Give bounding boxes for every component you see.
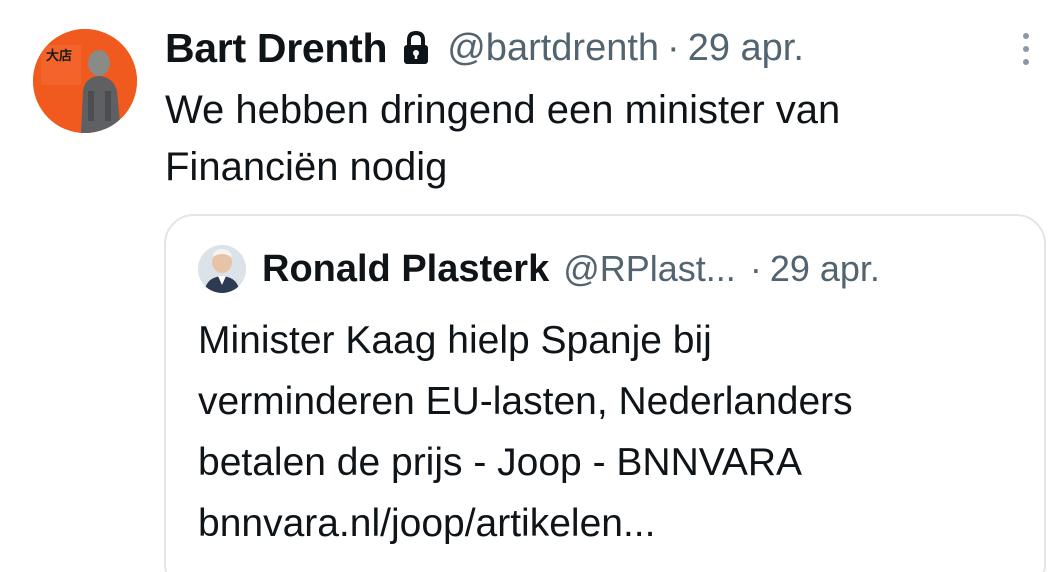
quote-text-line: Minister Kaag hielp Spanje bij xyxy=(198,319,712,362)
quote-text-line: verminderen EU-lasten, Nederlanders xyxy=(198,380,853,423)
author-display-name[interactable]: Bart Drenth xyxy=(165,25,388,72)
more-vertical-icon[interactable] xyxy=(1018,30,1034,68)
avatar-logo: 大店 xyxy=(46,49,73,64)
tweet-text: We hebben dringend een minister van Fina… xyxy=(165,82,1025,196)
quote-avatar-photo xyxy=(198,245,246,293)
lock-icon xyxy=(401,30,431,65)
quote-header: Ronald Plasterk @RPlast... · 29 apr. xyxy=(198,242,880,296)
quote-time-separator: · xyxy=(749,248,762,289)
time-separator: · xyxy=(667,26,680,69)
tweet-text-line: Financiën nodig xyxy=(165,145,448,189)
avatar-photo xyxy=(33,29,137,133)
quote-link-text[interactable]: bnnvara.nl/joop/artikelen... xyxy=(198,493,1028,554)
quote-author-avatar[interactable] xyxy=(198,245,246,293)
quote-text: Minister Kaag hielp Spanje bij verminder… xyxy=(198,310,1028,554)
tweet-text-line: We hebben dringend een minister van xyxy=(165,88,841,132)
tweet-header: Bart Drenth @bartdrenth · 29 apr. xyxy=(165,24,804,72)
tweet-timestamp[interactable]: 29 apr. xyxy=(688,27,804,70)
author-avatar[interactable]: 大店 xyxy=(33,29,137,133)
quote-timestamp[interactable]: 29 apr. xyxy=(770,248,880,290)
quote-text-line: betalen de prijs - Joop - BNNVARA xyxy=(198,441,803,484)
tweet[interactable]: 大店 Bart Drenth @bartdrenth · 29 apr. We … xyxy=(0,0,1056,572)
quote-author-display-name[interactable]: Ronald Plasterk xyxy=(262,248,549,291)
quote-author-handle[interactable]: @RPlast... xyxy=(563,248,736,290)
author-handle[interactable]: @bartdrenth xyxy=(447,27,659,70)
quoted-tweet-card[interactable]: Ronald Plasterk @RPlast... · 29 apr. Min… xyxy=(164,214,1046,572)
